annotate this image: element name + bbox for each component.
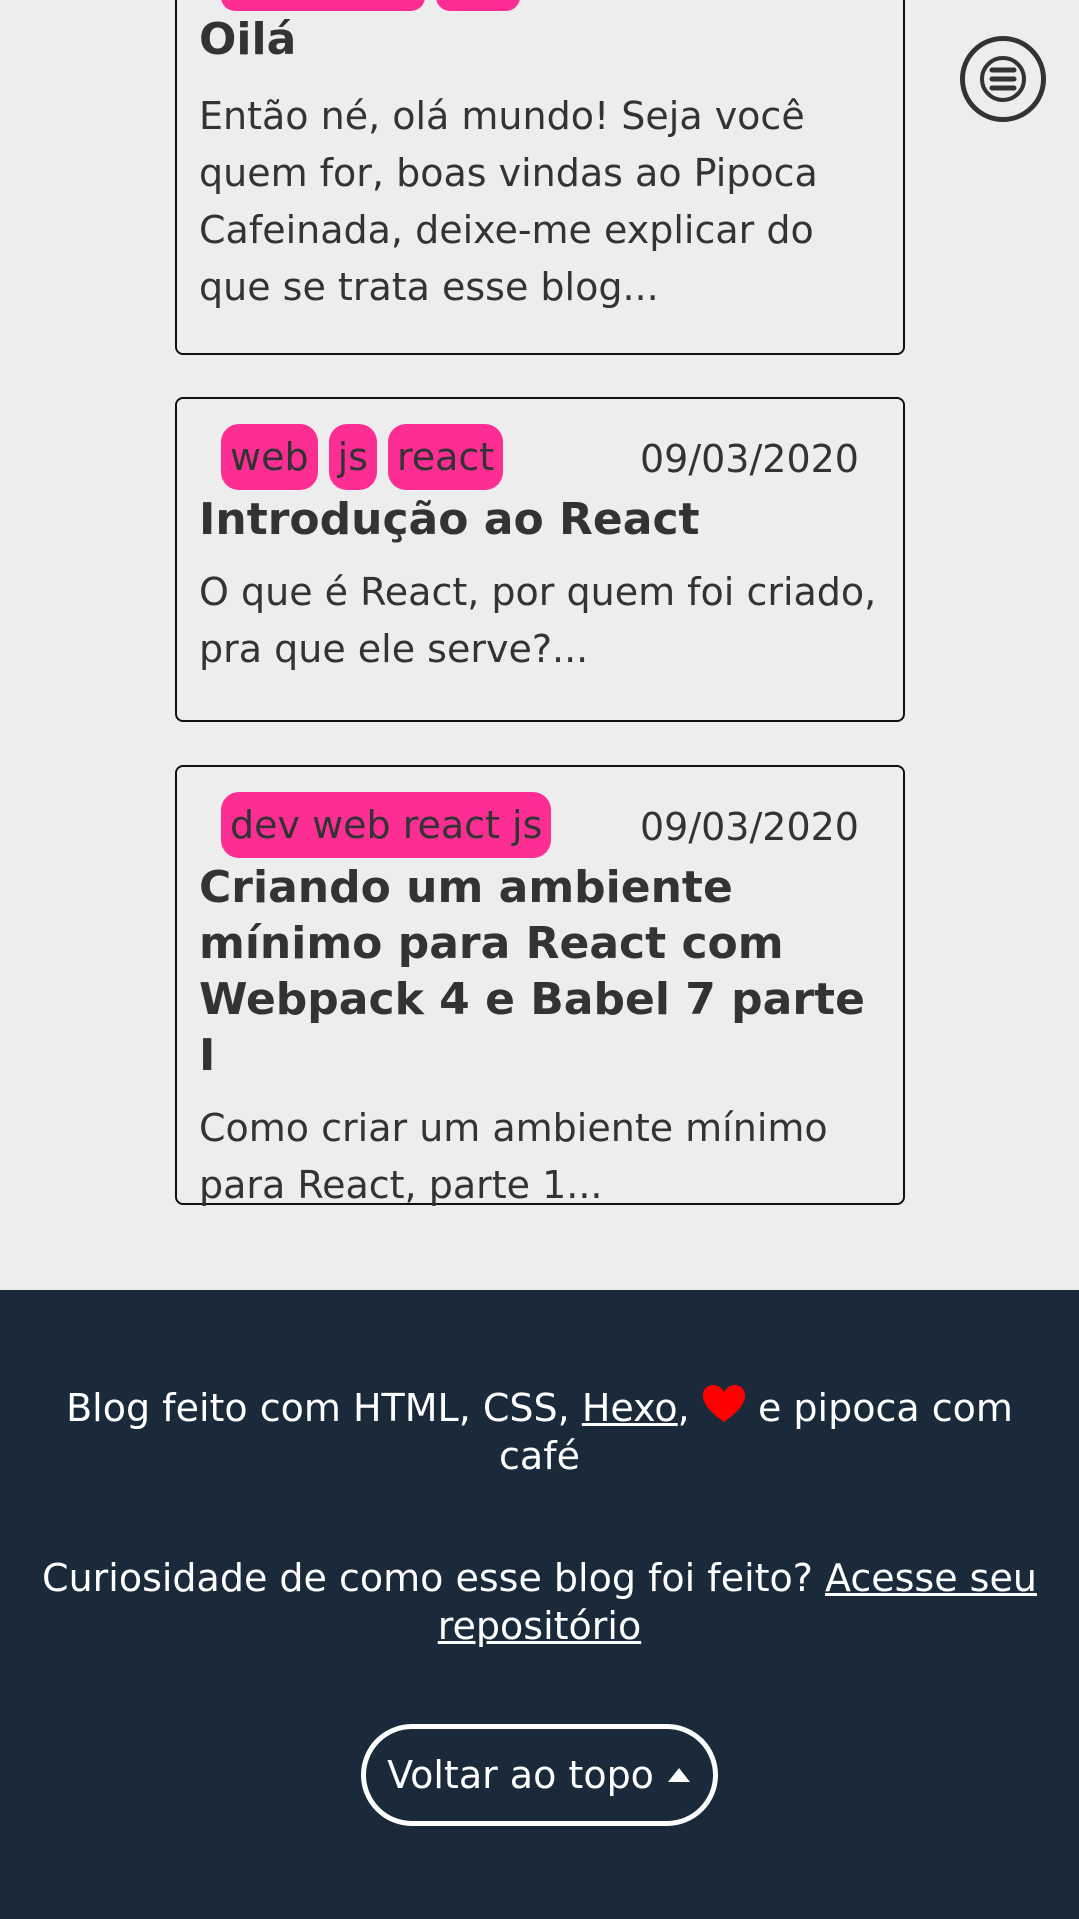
post-tag[interactable]: web xyxy=(221,424,318,490)
caret-up-icon xyxy=(667,1768,690,1782)
post-tag[interactable]: react xyxy=(387,424,504,490)
post-date: 09/03/2020 xyxy=(639,805,859,849)
post-card-header: dev web react js 09/03/2020 xyxy=(199,767,881,858)
post-excerpt: Como criar um ambiente mínimo para React… xyxy=(199,1106,828,1207)
post-title[interactable]: Introdução ao React xyxy=(199,492,881,548)
post-tag[interactable] xyxy=(436,0,520,11)
post-tag[interactable]: dev web react js xyxy=(221,792,552,858)
hamburger-menu-icon xyxy=(980,56,1026,102)
post-card-header xyxy=(199,0,881,72)
post-tag[interactable]: js xyxy=(328,424,377,490)
post-tag[interactable] xyxy=(221,0,425,11)
menu-button[interactable] xyxy=(960,36,1046,122)
post-card[interactable]: Oilá Então né, olá mundo! Seja você quem… xyxy=(175,0,905,355)
made-with-text: Blog feito com HTML, CSS, Hexo, e pipoca… xyxy=(66,1385,1013,1478)
post-tags xyxy=(221,0,520,11)
heart-icon xyxy=(702,1385,745,1422)
post-card[interactable]: dev web react js 09/03/2020 Criando um a… xyxy=(175,765,905,1207)
post-card[interactable]: web js react 09/03/2020 Introdução ao Re… xyxy=(175,397,905,722)
back-to-top-label: Voltar ao topo xyxy=(387,1753,654,1797)
post-excerpt: Então né, olá mundo! Seja você quem for,… xyxy=(199,94,818,309)
post-excerpt: O que é React, por quem foi criado, pra … xyxy=(199,570,877,671)
post-card-header: web js react 09/03/2020 xyxy=(199,399,881,490)
hexo-link[interactable]: Hexo xyxy=(582,1386,678,1430)
post-tags: web js react xyxy=(221,424,504,490)
post-tags: dev web react js xyxy=(221,792,552,858)
post-title[interactable]: Criando um ambiente mínimo para React co… xyxy=(199,860,881,1084)
post-date: 09/03/2020 xyxy=(639,437,859,481)
back-to-top-button[interactable]: Voltar ao topo xyxy=(361,1724,718,1826)
site-footer: Blog feito com HTML, CSS, Hexo, e pipoca… xyxy=(0,1290,1079,1919)
curiosity-text: Curiosidade de como esse blog foi feito?… xyxy=(42,1556,1037,1648)
